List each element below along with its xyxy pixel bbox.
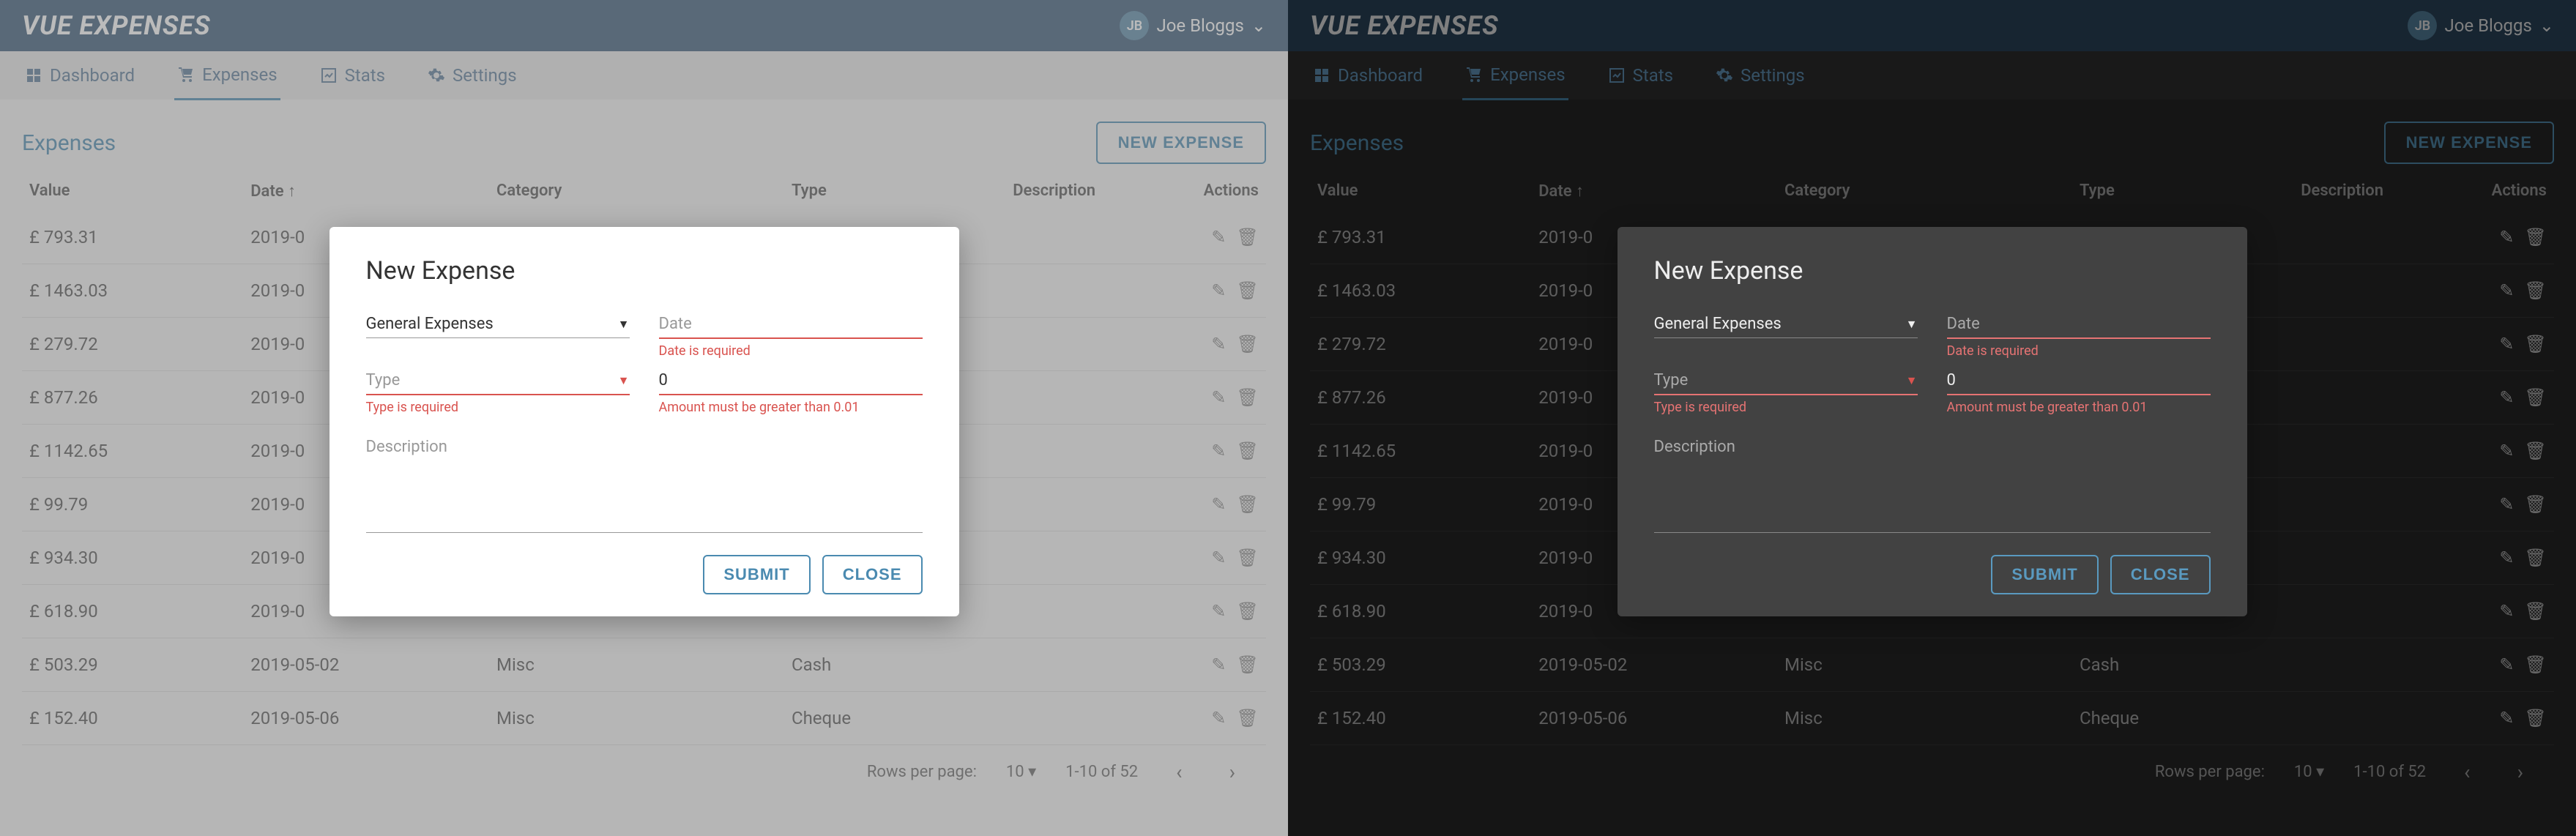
type-label: Type — [1654, 371, 1689, 389]
type-error: Type is required — [366, 400, 630, 416]
type-label: Type — [366, 371, 401, 389]
date-error: Date is required — [1947, 343, 2211, 359]
chevron-down-icon: ▼ — [618, 373, 630, 388]
date-label: Date — [1947, 315, 1980, 333]
modal-title: New Expense — [1654, 256, 2211, 285]
amount-error: Amount must be greater than 0.01 — [659, 400, 923, 416]
amount-error: Amount must be greater than 0.01 — [1947, 400, 2211, 416]
date-input[interactable]: Date — [1947, 307, 2211, 339]
new-expense-modal: New Expense General Expenses ▼ Date Date… — [330, 227, 959, 616]
amount-input[interactable]: 0 — [1947, 364, 2211, 395]
type-select[interactable]: Type ▼ — [366, 364, 630, 395]
category-select[interactable]: General Expenses ▼ — [366, 307, 630, 338]
category-error — [1654, 343, 1918, 359]
category-value: General Expenses — [1654, 315, 1782, 333]
type-select[interactable]: Type ▼ — [1654, 364, 1918, 395]
amount-value: 0 — [659, 371, 668, 389]
date-input[interactable]: Date — [659, 307, 923, 339]
description-input[interactable]: Description — [366, 430, 923, 533]
description-input[interactable]: Description — [1654, 430, 2211, 533]
close-button[interactable]: CLOSE — [2110, 555, 2211, 594]
close-button[interactable]: CLOSE — [822, 555, 923, 594]
modal-title: New Expense — [366, 256, 923, 285]
submit-button[interactable]: SUBMIT — [703, 555, 810, 594]
type-error: Type is required — [1654, 400, 1918, 416]
date-label: Date — [659, 315, 692, 333]
category-error — [366, 343, 630, 359]
description-label: Description — [366, 438, 447, 456]
submit-button[interactable]: SUBMIT — [1991, 555, 2098, 594]
amount-value: 0 — [1947, 371, 1956, 389]
date-error: Date is required — [659, 343, 923, 359]
description-label: Description — [1654, 438, 1735, 456]
new-expense-modal: New Expense General Expenses ▼ Date Date… — [1618, 227, 2247, 616]
chevron-down-icon: ▼ — [1906, 373, 1918, 388]
chevron-down-icon: ▼ — [1906, 317, 1918, 332]
category-select[interactable]: General Expenses ▼ — [1654, 307, 1918, 338]
chevron-down-icon: ▼ — [618, 317, 630, 332]
amount-input[interactable]: 0 — [659, 364, 923, 395]
category-value: General Expenses — [366, 315, 494, 333]
